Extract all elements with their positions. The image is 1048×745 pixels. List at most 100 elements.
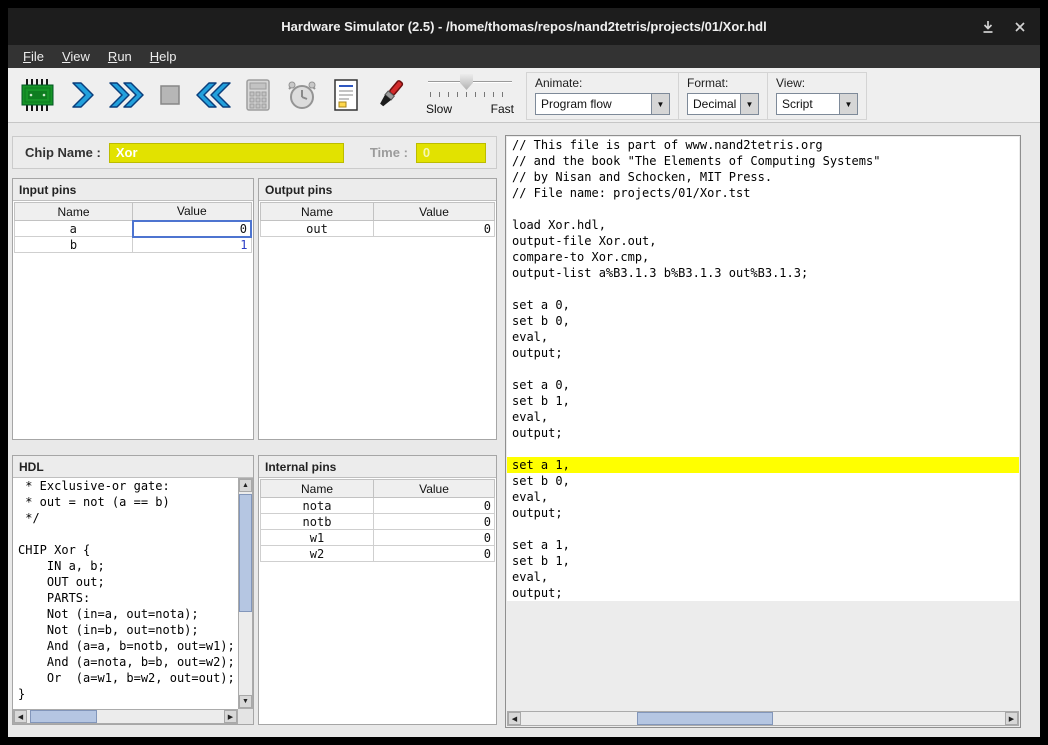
menu-file[interactable]: File xyxy=(14,46,53,67)
reset-button[interactable] xyxy=(192,72,236,118)
pin-name-cell: notb xyxy=(261,514,374,530)
script-line: // and the book "The Elements of Computi… xyxy=(507,153,1019,169)
pin-row: a0 xyxy=(15,221,252,237)
column-header-name: Name xyxy=(261,203,374,221)
chevron-down-icon[interactable]: ▼ xyxy=(839,94,857,114)
minimize-icon[interactable] xyxy=(980,19,996,35)
script-line: set a 1, xyxy=(507,537,1019,553)
script-line: set a 0, xyxy=(507,377,1019,393)
internal-pins-panel: Internal pins Name Value nota0notb0w10w2… xyxy=(258,455,497,725)
slider-thumb[interactable] xyxy=(460,74,473,90)
pin-name-cell: nota xyxy=(261,498,374,514)
load-chip-button[interactable] xyxy=(16,72,60,118)
script-panel: // This file is part of www.nand2tetris.… xyxy=(505,135,1021,728)
slider-ticks xyxy=(430,92,510,97)
script-line: eval, xyxy=(507,489,1019,505)
titlebar[interactable]: Hardware Simulator (2.5) - /home/thomas/… xyxy=(8,8,1040,45)
hdl-editor[interactable]: * Exclusive-or gate: * out = not (a == b… xyxy=(13,478,238,709)
view-select[interactable]: Script ▼ xyxy=(776,93,858,115)
scrollbar-thumb[interactable] xyxy=(239,494,252,612)
scrollbar-track[interactable] xyxy=(521,712,1005,725)
script-line: output; xyxy=(507,505,1019,521)
hdl-horizontal-scrollbar[interactable]: ◀ ▶ xyxy=(13,709,238,724)
scrollbar-corner xyxy=(238,709,253,724)
scroll-right-icon[interactable]: ▶ xyxy=(1005,712,1018,725)
chip-icon xyxy=(20,77,56,113)
script-line: set b 1, xyxy=(507,553,1019,569)
pin-value-cell: 0 xyxy=(374,514,495,530)
menubar: File View Run Help xyxy=(8,45,1040,68)
script-view[interactable]: // This file is part of www.nand2tetris.… xyxy=(507,137,1019,711)
fast-forward-icon xyxy=(108,79,144,111)
script-line: // by Nisan and Schocken, MIT Press. xyxy=(507,169,1019,185)
input-pins-title: Input pins xyxy=(13,179,253,201)
speed-slider[interactable]: Slow Fast xyxy=(426,72,514,120)
pin-value-cell: 0 xyxy=(374,546,495,562)
scrollbar-track[interactable] xyxy=(27,710,224,723)
pin-value-cell[interactable]: 1 xyxy=(133,237,252,253)
clear-button[interactable] xyxy=(368,72,412,118)
pin-name-cell: w1 xyxy=(261,530,374,546)
document-icon xyxy=(331,78,361,112)
pin-row: b1 xyxy=(15,237,252,253)
hdl-line: And (a=a, b=notb, out=w1); xyxy=(13,638,238,654)
scrollbar-track[interactable] xyxy=(239,492,252,695)
script-line: load Xor.hdl, xyxy=(507,217,1019,233)
pin-row: w20 xyxy=(261,546,495,562)
output-pins-table: Name Value out0 xyxy=(260,202,495,237)
menu-help[interactable]: Help xyxy=(141,46,186,67)
script-line: compare-to Xor.cmp, xyxy=(507,249,1019,265)
scrollbar-thumb[interactable] xyxy=(637,712,773,725)
output-pins-title: Output pins xyxy=(259,179,496,201)
pin-value-cell[interactable]: 0 xyxy=(133,221,252,237)
output-pins-panel: Output pins Name Value out0 xyxy=(258,178,497,440)
menu-run[interactable]: Run xyxy=(99,46,141,67)
menu-view[interactable]: View xyxy=(53,46,99,67)
pin-name-cell: w2 xyxy=(261,546,374,562)
pin-row: nota0 xyxy=(261,498,495,514)
toolbar-option-groups: Animate: Program flow ▼ Format: Decimal … xyxy=(526,72,867,120)
script-current-line: set a 1, xyxy=(507,457,1019,473)
hdl-line: Or (a=w1, b=w2, out=out); xyxy=(13,670,238,686)
animate-label: Animate: xyxy=(535,76,670,90)
pin-name-cell: out xyxy=(261,221,374,237)
single-step-icon xyxy=(66,79,98,111)
hdl-line: Not (in=b, out=notb); xyxy=(13,622,238,638)
script-line xyxy=(507,441,1019,457)
scrollbar-thumb[interactable] xyxy=(30,710,97,723)
hdl-line: * Exclusive-or gate: xyxy=(13,478,238,494)
script-horizontal-scrollbar[interactable]: ◀ ▶ xyxy=(507,711,1019,726)
window-title: Hardware Simulator (2.5) - /home/thomas/… xyxy=(281,19,766,34)
animate-select[interactable]: Program flow ▼ xyxy=(535,93,670,115)
hdl-line: * out = not (a == b) xyxy=(13,494,238,510)
single-step-button[interactable] xyxy=(60,72,104,118)
format-selected-value: Decimal xyxy=(688,97,740,111)
hdl-line: } xyxy=(13,686,238,702)
scroll-left-icon[interactable]: ◀ xyxy=(14,710,27,723)
input-pins-table: Name Value a0b1 xyxy=(14,202,252,253)
scroll-down-icon[interactable]: ▼ xyxy=(239,695,252,708)
scroll-left-icon[interactable]: ◀ xyxy=(508,712,521,725)
clock-icon xyxy=(285,78,319,112)
close-icon[interactable] xyxy=(1012,19,1028,35)
script-line xyxy=(507,521,1019,537)
chevron-down-icon[interactable]: ▼ xyxy=(740,94,758,114)
app-window: Hardware Simulator (2.5) - /home/thomas/… xyxy=(8,8,1040,737)
stop-button[interactable] xyxy=(148,72,192,118)
calculator-icon xyxy=(243,78,273,112)
script-line xyxy=(507,201,1019,217)
script-line: output; xyxy=(507,425,1019,441)
format-select[interactable]: Decimal ▼ xyxy=(687,93,759,115)
run-button[interactable] xyxy=(104,72,148,118)
scroll-right-icon[interactable]: ▶ xyxy=(224,710,237,723)
script-line: set b 0, xyxy=(507,313,1019,329)
script-line: set b 1, xyxy=(507,393,1019,409)
scroll-up-icon[interactable]: ▲ xyxy=(239,479,252,492)
chip-name-field[interactable]: Xor xyxy=(109,143,344,163)
view-output-button[interactable] xyxy=(324,72,368,118)
script-line: set a 0, xyxy=(507,297,1019,313)
chevron-down-icon[interactable]: ▼ xyxy=(651,94,669,114)
hdl-body: * Exclusive-or gate: * out = not (a == b… xyxy=(13,478,253,724)
hdl-vertical-scrollbar[interactable]: ▲ ▼ xyxy=(238,478,253,709)
window-controls xyxy=(980,8,1028,45)
